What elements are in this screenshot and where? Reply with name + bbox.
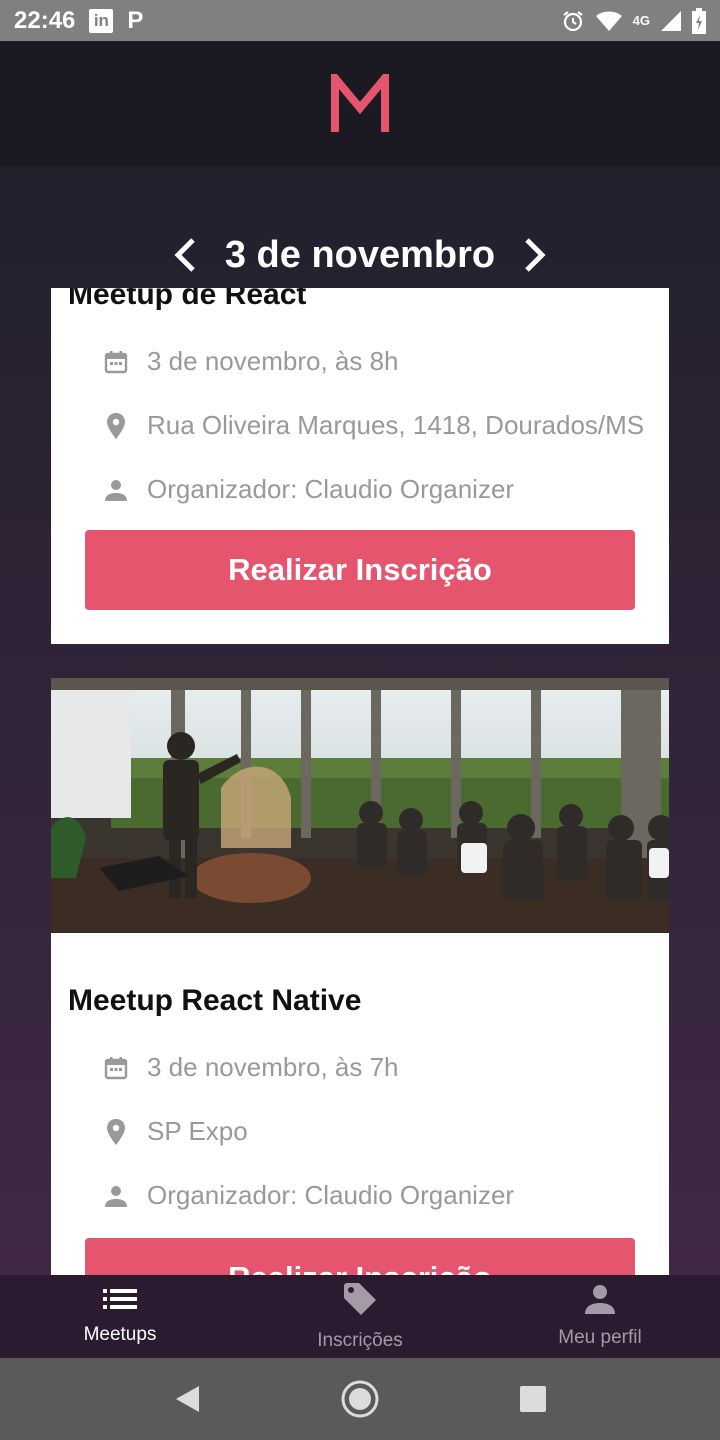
meetup-organizer-row: Organizador: Claudio Organizer [103,474,514,505]
meetup-date: 3 de novembro, às 7h [147,1052,399,1082]
battery-icon [692,7,706,34]
next-day-button[interactable] [517,235,553,275]
meetup-title: Meetup React Native [68,984,362,1017]
status-bar: 22:46 in P 4G [0,0,720,41]
home-icon[interactable] [330,1369,390,1429]
tab-inscricoes[interactable]: Inscrições [240,1275,480,1358]
tab-label: Meu perfil [558,1327,642,1348]
alarm-icon [561,9,585,33]
bottom-tab-bar: Meetups Inscrições Meu perfil [0,1275,720,1358]
person-icon [585,1284,615,1319]
list-icon [103,1287,137,1316]
app-logo-icon [331,74,389,132]
android-nav-bar [0,1358,720,1440]
location-pin-icon [103,412,129,439]
meetup-date-row: 3 de novembro, às 7h [103,1052,399,1083]
p-icon: P [127,6,144,34]
calendar-icon [103,349,129,375]
subscribe-button[interactable]: Realizar Inscrição [85,1238,635,1275]
wifi-icon [595,9,623,33]
tab-label: Inscrições [317,1330,403,1351]
meetup-photo [51,678,669,933]
person-icon [103,477,129,503]
signal-icon [660,9,682,33]
person-icon [103,1183,129,1209]
date-navigator: 3 de novembro [0,227,720,283]
meetup-date: 3 de novembro, às 8h [147,346,399,376]
linkedin-icon: in [89,8,114,33]
tab-meu-perfil[interactable]: Meu perfil [480,1275,720,1358]
meetup-location: SP Expo [147,1116,248,1146]
meetup-card: Meetup de React 3 de novembro, às 8h Rua… [51,288,669,644]
meetup-title: Meetup de React [68,288,307,311]
status-time: 22:46 [14,6,76,34]
location-pin-icon [103,1118,129,1145]
tag-icon [342,1281,378,1322]
tab-label: Meetups [83,1324,157,1345]
meetup-card: Meetup React Native 3 de novembro, às 7h… [51,678,669,1275]
meetup-organizer: Organizador: Claudio Organizer [147,1180,515,1210]
meetup-list[interactable]: Meetup de React 3 de novembro, às 8h Rua… [51,288,669,1275]
meetup-location-row: SP Expo [103,1116,248,1147]
meetup-organizer: Organizador: Claudio Organizer [147,474,515,504]
meetup-location: Rua Oliveira Marques, 1418, Dourados/MS [147,410,645,440]
app-header [0,41,720,167]
main-content[interactable]: 3 de novembro Meetup de React 3 de novem… [0,167,720,1275]
network-type-label: 4G [632,13,650,28]
subscribe-button[interactable]: Realizar Inscrição [85,530,635,610]
meetup-organizer-row: Organizador: Claudio Organizer [103,1180,514,1211]
recents-icon[interactable] [503,1369,563,1429]
meetup-location-row: Rua Oliveira Marques, 1418, Dourados/MS [103,410,644,441]
date-title: 3 de novembro [224,233,496,276]
previous-day-button[interactable] [167,235,203,275]
back-icon[interactable] [157,1369,217,1429]
meetup-date-row: 3 de novembro, às 8h [103,346,399,377]
tab-meetups[interactable]: Meetups [0,1275,240,1358]
calendar-icon [103,1055,129,1081]
